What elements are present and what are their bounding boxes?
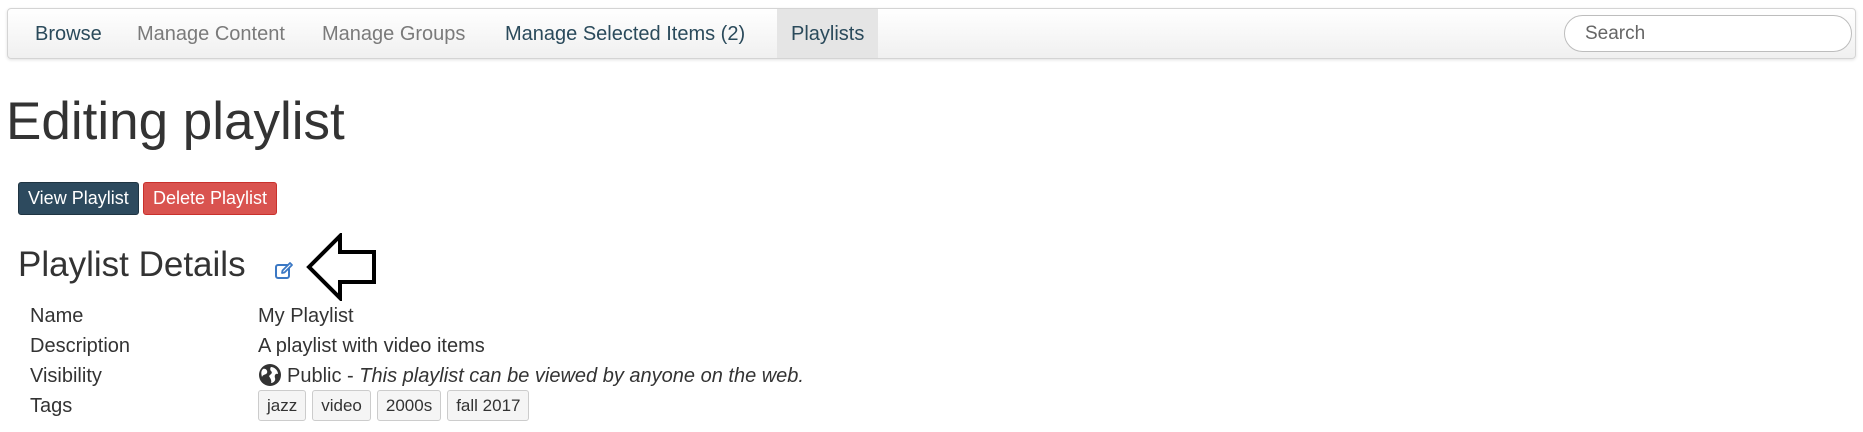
tag-jazz: jazz [258, 390, 307, 421]
search-input[interactable] [1564, 15, 1852, 52]
section-title-playlist-details: Playlist Details [18, 245, 246, 284]
delete-playlist-button[interactable]: Delete Playlist [143, 182, 278, 215]
name-value: My Playlist [258, 305, 354, 327]
nav-item-manage-selected-items[interactable]: Manage Selected Items (2) [505, 9, 745, 58]
page-title: Editing playlist [6, 92, 345, 151]
globe-icon [259, 364, 281, 386]
nav-item-playlists[interactable]: Playlists [777, 9, 879, 58]
visibility-separator: - [347, 365, 354, 387]
tag-2000s: 2000s [376, 390, 442, 421]
tag-list: jazz video 2000s fall 2017 [258, 390, 530, 421]
visibility-label: Visibility [30, 365, 102, 387]
tag-fall-2017: fall 2017 [447, 390, 530, 421]
edit-icon[interactable] [274, 261, 294, 281]
view-playlist-button[interactable]: View Playlist [18, 182, 139, 215]
tag-video: video [312, 390, 371, 421]
tags-label: Tags [30, 395, 73, 417]
visibility-note: This playlist can be viewed by anyone on… [359, 365, 804, 387]
arrow-marker [306, 233, 376, 301]
visibility-value: Public - This playlist can be viewed by … [287, 364, 804, 388]
nav-item-manage-content[interactable]: Manage Content [137, 9, 285, 58]
description-label: Description [30, 335, 131, 357]
nav-item-manage-groups[interactable]: Manage Groups [322, 9, 465, 58]
description-value: A playlist with video items [258, 335, 485, 357]
name-label: Name [30, 305, 84, 327]
visibility-status: Public [287, 365, 342, 387]
nav-item-browse[interactable]: Browse [35, 9, 102, 58]
top-navbar: Browse Manage Content Manage Groups Mana… [7, 8, 1856, 59]
